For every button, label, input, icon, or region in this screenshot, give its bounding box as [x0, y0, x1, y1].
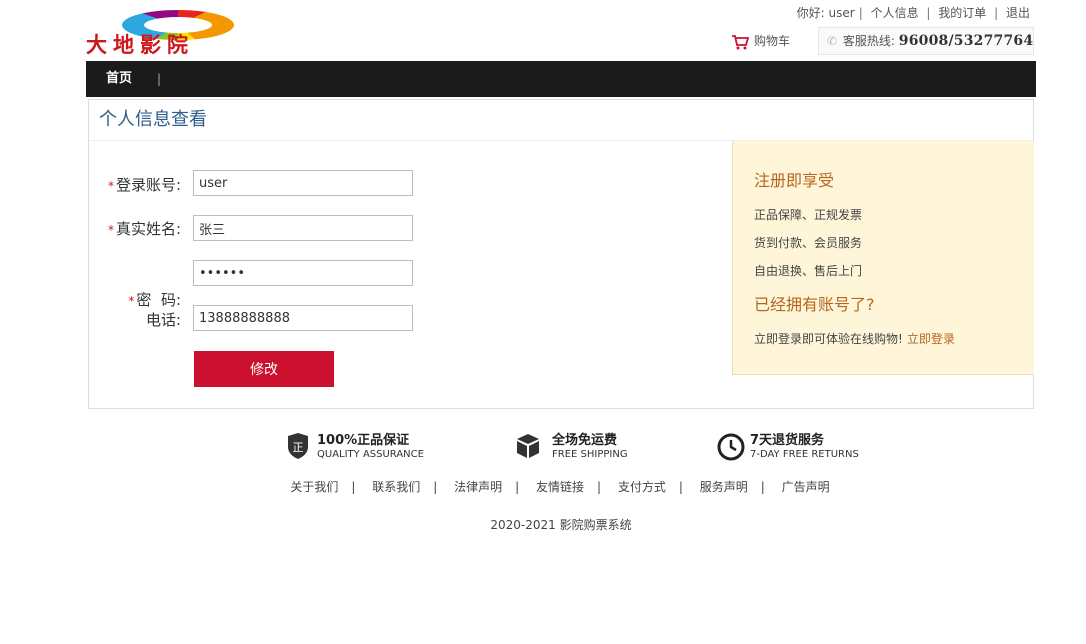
footer-link-service[interactable]: 服务声明 [700, 480, 748, 494]
login-account-label: * 登录账号: [107, 176, 181, 194]
footer-link-payment[interactable]: 支付方式 [618, 480, 666, 494]
promo-heading: 注册即享受 [754, 171, 835, 190]
profile-link[interactable]: 个人信息 [871, 6, 919, 20]
feature-subtitle: QUALITY ASSURANCE [317, 449, 424, 460]
required-mark: * [107, 179, 114, 193]
footer-link-ads[interactable]: 广告声明 [782, 480, 830, 494]
footer-link-legal[interactable]: 法律声明 [454, 480, 502, 494]
promo-item: 自由退换、售后上门 [754, 264, 863, 278]
modify-button[interactable]: 修改 [194, 351, 334, 387]
svg-text:正: 正 [293, 441, 304, 454]
username: user [828, 6, 855, 20]
login-now-link[interactable]: 立即登录 [907, 332, 955, 346]
box-icon [517, 434, 539, 458]
feature-subtitle: FREE SHIPPING [552, 449, 628, 460]
register-promo: 注册即享受 正品保障、正规发票 货到付款、会员服务 自由退换、售后上门 已经拥有… [732, 141, 1034, 375]
phone-label: 电话: [145, 311, 181, 329]
site-logo[interactable]: 大地影院 [86, 33, 272, 57]
required-mark: * [128, 294, 135, 308]
nav-separator: | [157, 72, 162, 86]
hotline-label: 客服热线: [842, 34, 895, 48]
cart-label: 购物车 [754, 34, 791, 48]
promo-heading-login: 已经拥有账号了? [754, 295, 875, 314]
footer-link-about[interactable]: 关于我们 [290, 480, 338, 494]
feature-shipping: 全场免运费 FREE SHIPPING [515, 432, 635, 464]
feature-title: 7天退货服务 [750, 433, 825, 448]
page-title: 个人信息查看 [99, 109, 207, 130]
feature-quality: 正 100%正品保证 QUALITY ASSURANCE [287, 432, 427, 464]
footer-links: 关于我们 | 联系我们 | 法律声明 | 友情链接 | 支付方式 | 服务声明 | 广告声明 [290, 480, 830, 494]
feature-title: 100%正品保证 [317, 433, 410, 448]
cart-link[interactable]: 购物车 [731, 32, 790, 50]
copyright: 2020-2021 影院购票系统 [490, 518, 632, 532]
promo-login-line: 立即登录即可体验在线购物! 立即登录 [754, 331, 955, 347]
shield-icon: 正 [288, 433, 308, 459]
profile-panel: 个人信息查看 *登录账号: *真实姓名: *密 码: 电话: 修改 注册即享受 … [88, 99, 1034, 409]
phone-icon: ✆ [827, 34, 838, 48]
main-nav: 首页 | [86, 61, 1036, 97]
top-user-links: 你好: user | 个人信息 | 我的订单 | 退出 [796, 6, 1030, 20]
hotline-number: 96008/53277764 [898, 33, 1034, 49]
feature-title: 全场免运费 [552, 433, 618, 448]
clock-icon [717, 433, 745, 461]
nav-home-link[interactable]: 首页 [106, 61, 132, 97]
real-name-field[interactable] [193, 215, 413, 241]
feature-returns: 7天退货服务 7-DAY FREE RETURNS [716, 432, 859, 464]
my-orders-link[interactable]: 我的订单 [938, 6, 986, 20]
real-name-label: * 真实姓名: [107, 220, 181, 238]
cart-icon [732, 34, 750, 49]
promo-login-text: 立即登录即可体验在线购物! [754, 332, 903, 346]
login-account-field[interactable] [193, 170, 413, 196]
password-field[interactable] [193, 260, 413, 286]
footer-link-friends[interactable]: 友情链接 [536, 480, 584, 494]
required-mark: * [107, 223, 114, 237]
footer-link-contact[interactable]: 联系我们 [372, 480, 420, 494]
hotline-box: ✆ 客服热线: 96008/53277764 [818, 27, 1034, 55]
logout-link[interactable]: 退出 [1006, 6, 1030, 20]
promo-item: 货到付款、会员服务 [754, 236, 863, 250]
greeting-label: 你好: [796, 6, 825, 20]
phone-field[interactable] [193, 305, 413, 331]
feature-subtitle: 7-DAY FREE RETURNS [750, 449, 859, 460]
promo-item: 正品保障、正规发票 [754, 208, 863, 222]
